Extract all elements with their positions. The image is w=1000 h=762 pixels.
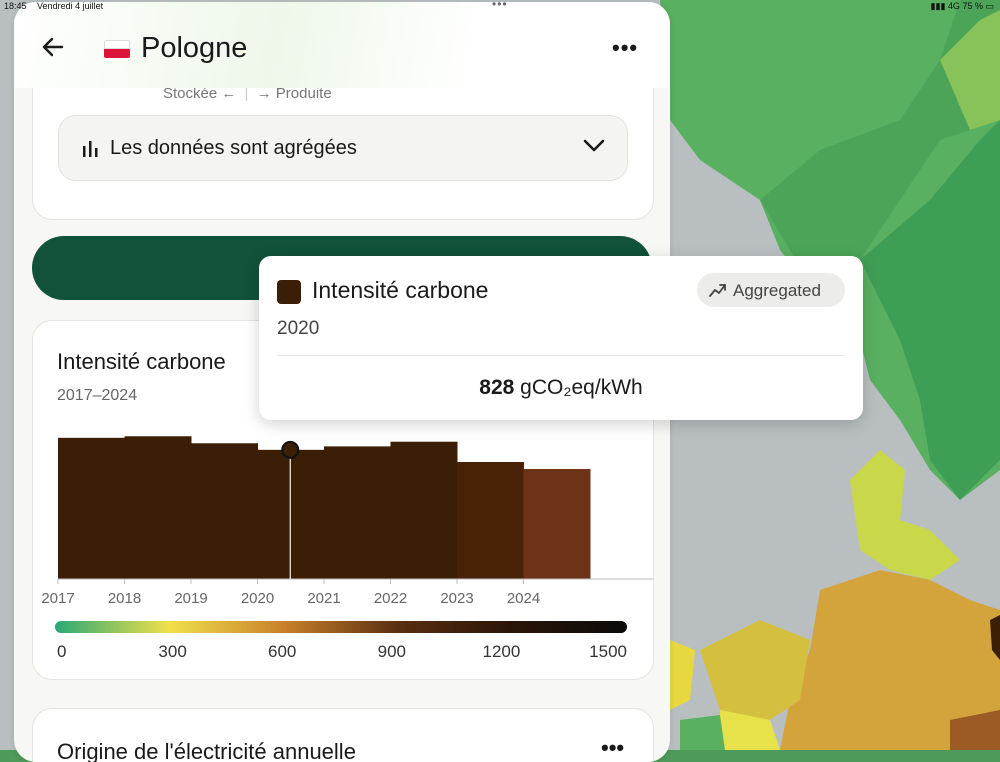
storage-card: Stockée ← | → Produite Les données sont …: [32, 72, 654, 220]
chart-bar[interactable]: [390, 441, 458, 579]
network-label: 4G: [947, 1, 960, 11]
tooltip-value: 828: [479, 376, 515, 399]
electricity-origin-card: Origine de l'électricité annuelle •••: [32, 708, 654, 762]
signal-icon: ▮▮▮: [930, 1, 946, 11]
chevron-down-icon: [583, 139, 605, 152]
hover-point: [281, 440, 300, 459]
battery-icon: ▭: [985, 1, 994, 11]
x-tick-label: 2018: [108, 590, 141, 607]
electricity-origin-title: Origine de l'électricité annuelle: [57, 739, 356, 762]
colorscale-tick-label: 300: [158, 642, 186, 661]
colorscale-tick-label: 0: [57, 642, 66, 661]
chart-bar[interactable]: [58, 437, 125, 579]
x-tick-label: 2023: [440, 590, 473, 607]
chart-bar[interactable]: [257, 449, 325, 579]
chart-bar[interactable]: [324, 446, 391, 579]
aggregation-dropdown[interactable]: Les données sont agrégées: [58, 115, 628, 181]
x-tick-label: 2022: [374, 590, 407, 607]
more-dots-icon[interactable]: •••: [612, 35, 638, 61]
chart-bar[interactable]: [191, 443, 258, 579]
chart-bar[interactable]: [523, 469, 591, 579]
status-time: 18:45: [4, 1, 27, 11]
battery-label: 75 %: [962, 1, 983, 11]
chart-bar[interactable]: [457, 462, 524, 579]
tooltip-color-swatch: [277, 280, 301, 304]
poland-flag-icon: [104, 40, 130, 58]
multitask-dots-icon[interactable]: •••: [492, 0, 508, 11]
status-date: Vendredi 4 juillet: [37, 1, 104, 11]
chart-tooltip: Intensité carbone Aggregated 2020 828 gC…: [259, 256, 863, 420]
aggregation-label: Les données sont agrégées: [110, 137, 357, 159]
status-right: ▮▮▮ 4G 75 % ▭: [931, 1, 994, 12]
tooltip-title: Intensité carbone: [312, 277, 489, 303]
colorscale-tick-label: 1200: [482, 642, 520, 661]
more-dots-icon[interactable]: •••: [601, 735, 624, 761]
colorscale-bar: [55, 621, 627, 633]
colorscale-tick-label: 1500: [589, 642, 627, 661]
colorscale-tick-label: 900: [378, 642, 406, 661]
country-title: Pologne: [141, 32, 248, 64]
tooltip-unit: gCO₂eq/kWh: [520, 376, 643, 399]
chart-bar[interactable]: [124, 436, 192, 579]
back-arrow-icon[interactable]: [38, 32, 68, 62]
tooltip-divider: [277, 355, 845, 356]
x-tick-label: 2017: [41, 590, 74, 607]
x-tick-label: 2021: [307, 590, 340, 607]
bar-chart-icon: [83, 141, 98, 157]
badge-label: Aggregated: [733, 281, 821, 300]
tooltip-year: 2020: [277, 318, 320, 339]
x-tick-label: 2020: [241, 590, 274, 607]
trend-icon: [709, 284, 726, 297]
header-bar: Pologne •••: [14, 2, 670, 88]
status-bar: 18:45 Vendredi 4 juillet ••• ▮▮▮ 4G 75 %…: [0, 0, 1000, 14]
map-france[interactable]: [680, 715, 725, 750]
colorscale-tick-label: 600: [268, 642, 296, 661]
x-tick-label: 2024: [507, 590, 540, 607]
tooltip-value-line: 828 gCO₂eq/kWh: [259, 376, 863, 400]
x-tick-label: 2019: [174, 590, 207, 607]
aggregated-badge: Aggregated: [697, 273, 845, 307]
